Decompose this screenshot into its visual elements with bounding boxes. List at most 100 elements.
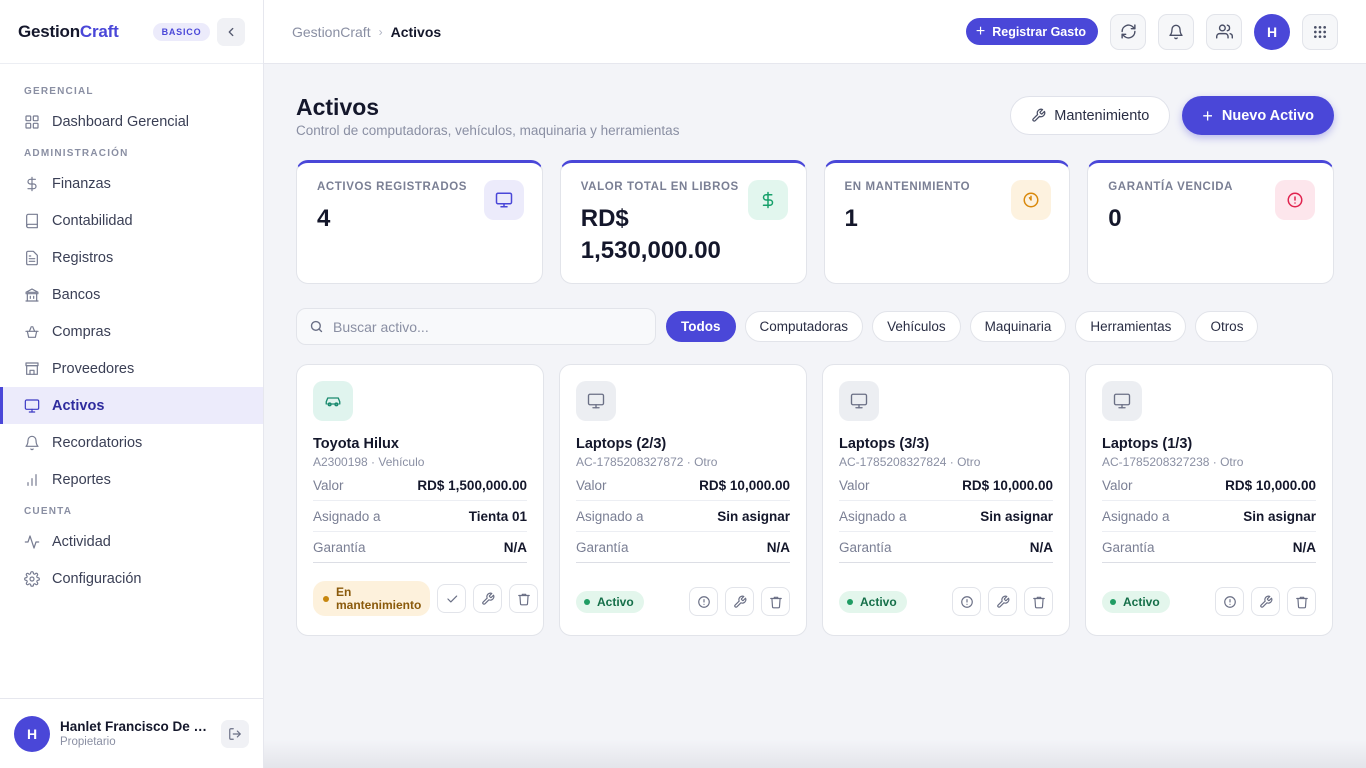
notifications-button[interactable]	[1158, 13, 1194, 50]
delete-button[interactable]	[761, 587, 790, 616]
shopping-basket-icon	[25, 325, 39, 338]
maintenance-button[interactable]: Mantenimiento	[1010, 96, 1171, 135]
store-icon	[25, 361, 39, 375]
grid-dots-icon	[1314, 25, 1326, 38]
sidebar-item-proveedores[interactable]: Proveedores	[0, 350, 263, 387]
detail-value: N/A	[1029, 539, 1053, 555]
filter-chip-otros[interactable]: Otros	[1195, 311, 1259, 342]
detail-value: RD$ 1,500,000.00	[417, 477, 527, 493]
filter-chip-vehiculos[interactable]: Vehículos	[872, 311, 961, 342]
brand-logo[interactable]: GestionCraft	[18, 22, 119, 42]
user-avatar[interactable]: H	[14, 715, 50, 752]
filter-chip-herramientas[interactable]: Herramientas	[1075, 311, 1187, 342]
delete-button[interactable]	[1024, 587, 1053, 616]
asset-code: AC-1785208327824 · Otro	[839, 455, 981, 469]
filter-chip-maquinaria[interactable]: Maquinaria	[969, 311, 1067, 342]
sidebar-item-compras[interactable]: Compras	[0, 313, 263, 350]
asset-details: Valor RD$ 10,000.00 Asignado a Sin asignar G…	[839, 470, 1053, 563]
asset-name: Laptops (2/3)	[576, 436, 667, 452]
sidebar-item-recordatorios[interactable]: Recordatorios	[0, 424, 263, 461]
nav-section-label: GERENCIAL	[24, 86, 94, 97]
asset-icon-badge	[1102, 381, 1142, 421]
asset-card[interactable]: Laptops (2/3) AC-1785208327872 · Otro Valo…	[559, 364, 807, 636]
sidebar-item-contabilidad[interactable]: Contabilidad	[0, 202, 263, 239]
warranty-info-button[interactable]	[952, 587, 981, 616]
maintenance-button[interactable]	[473, 584, 502, 613]
detail-key: Valor	[576, 477, 607, 493]
search-icon	[310, 320, 323, 333]
wrench-icon	[733, 595, 746, 608]
asset-detail-row: Asignado a Sin asignar	[839, 501, 1053, 532]
apps-menu-button[interactable]	[1302, 13, 1338, 50]
maintenance-button[interactable]	[988, 587, 1017, 616]
detail-value: N/A	[503, 539, 527, 555]
collapse-sidebar-button[interactable]	[217, 17, 245, 46]
user-name: Hanlet Francisco De L...	[60, 719, 210, 734]
new-asset-button[interactable]: + Nuevo Activo	[1182, 96, 1334, 135]
filter-chip-todos[interactable]: Todos	[666, 311, 736, 342]
maintenance-button[interactable]	[725, 587, 754, 616]
warranty-info-button[interactable]	[689, 587, 718, 616]
wrench-icon	[481, 592, 494, 605]
logout-icon	[229, 727, 241, 740]
sidebar-item-bancos[interactable]: Bancos	[0, 276, 263, 313]
status-text: En mantenimiento	[336, 585, 422, 612]
page-title: Activos	[296, 94, 380, 120]
delete-button[interactable]	[1287, 587, 1316, 616]
sidebar-item-reportes[interactable]: Reportes	[0, 461, 263, 498]
refresh-icon	[1120, 24, 1136, 39]
delete-button[interactable]	[509, 584, 538, 613]
detail-value: Sin asignar	[980, 508, 1053, 524]
asset-card[interactable]: Toyota Hilux A2300198 · Vehículo Valor RD$ …	[296, 364, 544, 636]
register-expense-button[interactable]: + Registrar Gasto	[965, 18, 1098, 45]
asset-details: Valor RD$ 1,500,000.00 Asignado a Tienta 01…	[313, 470, 527, 563]
breadcrumb-root[interactable]: GestionCraft	[292, 24, 371, 40]
stat-card: EN MANTENIMIENTO 1	[823, 160, 1071, 284]
detail-key: Asignado a	[313, 508, 381, 524]
sidebar-item-configuracion[interactable]: Configuración	[0, 560, 263, 597]
sidebar-item-dashboard-gerencial[interactable]: Dashboard Gerencial	[0, 103, 263, 140]
asset-icon-badge	[576, 381, 616, 421]
sidebar-item-registros[interactable]: Registros	[0, 239, 263, 276]
stat-icon-badge	[1011, 180, 1052, 220]
detail-value: N/A	[766, 539, 790, 555]
warranty-info-button[interactable]	[1215, 587, 1244, 616]
detail-key: Valor	[839, 477, 870, 493]
header-avatar[interactable]: H	[1254, 13, 1290, 50]
search-box[interactable]	[296, 308, 656, 345]
breadcrumb-current: Activos	[390, 23, 442, 40]
sidebar-item-label: Dashboard Gerencial	[52, 113, 190, 130]
asset-icon-badge	[313, 381, 353, 421]
finish-maintenance-button[interactable]	[437, 584, 466, 613]
logout-button[interactable]	[221, 719, 249, 748]
search-input[interactable]	[333, 318, 633, 335]
monitor-icon	[850, 393, 868, 409]
sidebar-item-actividad[interactable]: Actividad	[0, 523, 263, 560]
refresh-button[interactable]	[1110, 13, 1146, 50]
brand-accent: Craft	[79, 21, 119, 41]
asset-card[interactable]: Laptops (1/3) AC-1785208327238 · Otro Valo…	[1085, 364, 1333, 636]
sidebar-item-finanzas[interactable]: Finanzas	[0, 165, 263, 202]
sidebar-item-label: Registros	[52, 249, 114, 266]
status-dot	[1110, 598, 1116, 605]
detail-value: Sin asignar	[717, 508, 790, 524]
users-button[interactable]	[1206, 13, 1242, 50]
page-header: Activos Control de computadoras, vehícul…	[296, 64, 1334, 160]
asset-name: Toyota Hilux	[313, 436, 399, 452]
activity-icon	[24, 534, 40, 549]
sidebar-item-label: Recordatorios	[52, 434, 143, 451]
asset-code: AC-1785208327238 · Otro	[1102, 455, 1244, 469]
status-dot	[323, 596, 329, 602]
breadcrumb-separator: ›	[378, 24, 383, 39]
sidebar-item-label: Configuración	[52, 570, 142, 587]
sidebar-item-label: Activos	[52, 397, 105, 414]
page-actions: Mantenimiento + Nuevo Activo	[1010, 96, 1334, 135]
asset-card[interactable]: Laptops (3/3) AC-1785208327824 · Otro Valo…	[822, 364, 1070, 636]
breadcrumb: GestionCraft › Activos	[292, 24, 441, 40]
asset-detail-row: Garantía N/A	[1102, 532, 1316, 563]
filter-chip-computadoras[interactable]: Computadoras	[744, 311, 864, 342]
sidebar-item-activos[interactable]: Activos	[0, 387, 263, 424]
filter-bar: Todos Computadoras Vehículos Maquinaria Herr…	[296, 308, 1334, 345]
maintenance-button[interactable]	[1251, 587, 1280, 616]
detail-key: Asignado a	[839, 508, 907, 524]
